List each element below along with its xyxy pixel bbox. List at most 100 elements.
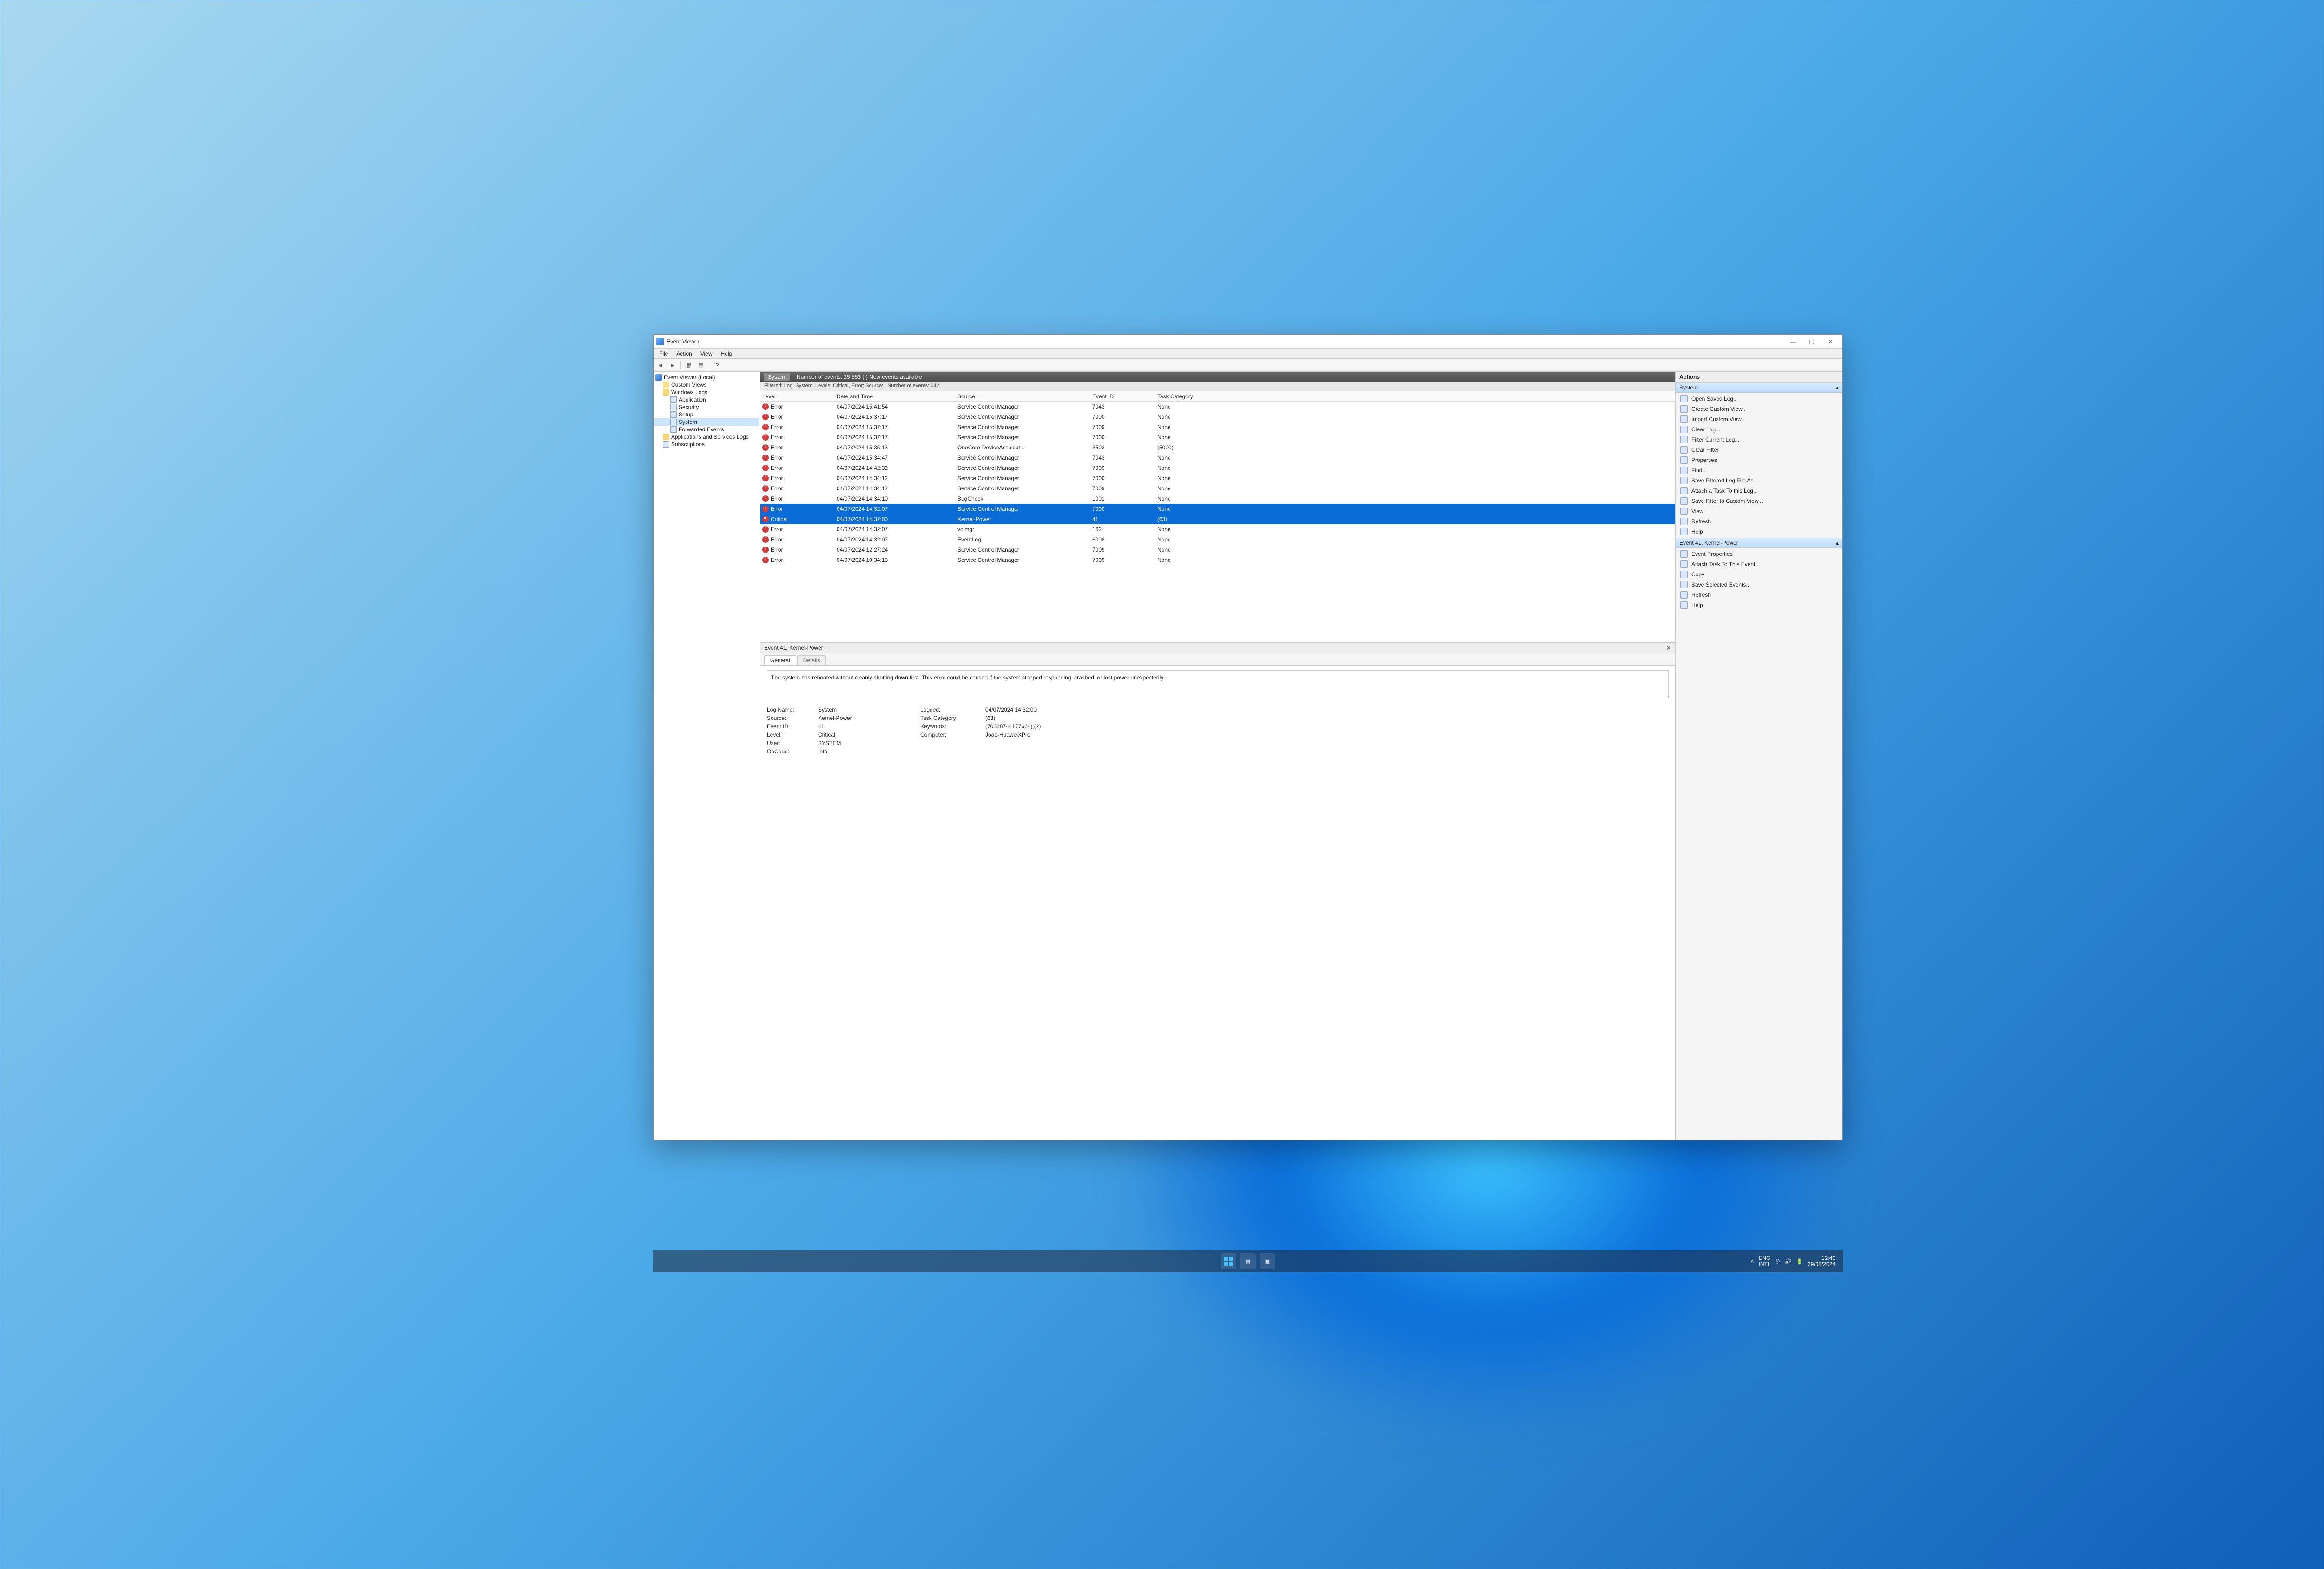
titlebar[interactable]: Event Viewer — ▢ ✕ — [654, 335, 1842, 349]
collapse-icon[interactable]: ▴ — [1836, 384, 1839, 391]
action-item[interactable]: Attach Task To This Event... — [1676, 559, 1842, 569]
toolbar-icon[interactable]: ▤ — [696, 360, 706, 370]
tree-app-services-logs[interactable]: Applications and Services Logs — [654, 433, 759, 441]
taskbar-app-icon[interactable]: ▤ — [1240, 1253, 1256, 1269]
action-item[interactable]: Clear Log... — [1676, 424, 1842, 435]
detail-properties: Log Name:System Logged:04/07/2024 14:32:… — [767, 706, 1669, 755]
nav-tree[interactable]: Event Viewer (Local) Custom Views Window… — [654, 372, 760, 1140]
action-item[interactable]: Filter Current Log... — [1676, 435, 1842, 445]
event-grid[interactable]: Level Date and Time Source Event ID Task… — [760, 391, 1675, 642]
minimize-button[interactable]: — — [1784, 336, 1802, 348]
action-item[interactable]: Copy — [1676, 569, 1842, 580]
col-source[interactable]: Source — [957, 393, 1092, 400]
event-row[interactable]: Critical04/07/2024 14:32:00Kernel-Power4… — [760, 514, 1675, 524]
menu-file[interactable]: File — [655, 349, 672, 358]
event-row[interactable]: Error04/07/2024 14:32:07Service Control … — [760, 504, 1675, 514]
event-row[interactable]: Error04/07/2024 14:34:12Service Control … — [760, 483, 1675, 494]
close-button[interactable]: ✕ — [1821, 336, 1840, 348]
action-item[interactable]: Help — [1676, 600, 1842, 610]
event-row[interactable]: Error04/07/2024 15:37:17Service Control … — [760, 432, 1675, 442]
log-icon — [670, 411, 677, 418]
tree-log-forwarded[interactable]: Forwarded Events — [654, 426, 759, 433]
event-row[interactable]: Error04/07/2024 14:34:10BugCheck1001None — [760, 494, 1675, 504]
event-row[interactable]: Error04/07/2024 15:37:17Service Control … — [760, 412, 1675, 422]
tree-root[interactable]: Event Viewer (Local) — [654, 374, 759, 381]
log-tab[interactable]: System — [764, 373, 790, 381]
help-button[interactable]: ? — [712, 360, 722, 370]
tree-custom-views[interactable]: Custom Views — [654, 381, 759, 389]
wifi-icon[interactable]: ⎋ — [1776, 1258, 1780, 1265]
menu-view[interactable]: View — [697, 349, 716, 358]
taskbar-app-icon[interactable]: ▦ — [1260, 1253, 1275, 1269]
event-row[interactable]: Error04/07/2024 15:34:47Service Control … — [760, 453, 1675, 463]
action-item[interactable]: Attach a Task To this Log... — [1676, 486, 1842, 496]
tree-log-system[interactable]: System — [654, 418, 759, 426]
action-icon — [1680, 591, 1688, 599]
action-item[interactable]: Save Selected Events... — [1676, 580, 1842, 590]
collapse-icon[interactable]: ▴ — [1836, 540, 1839, 546]
tray-clock[interactable]: 12:40 29/08/2024 — [1808, 1255, 1835, 1267]
action-item[interactable]: Create Custom View... — [1676, 404, 1842, 414]
volume-icon[interactable]: 🔊 — [1784, 1258, 1791, 1265]
event-row[interactable]: Error04/07/2024 14:32:07volmgr162None — [760, 524, 1675, 534]
tree-log-setup[interactable]: Setup — [654, 411, 759, 418]
menu-help[interactable]: Help — [717, 349, 736, 358]
action-label: Save Selected Events... — [1691, 581, 1750, 588]
actions-section-system[interactable]: System▴ — [1676, 382, 1842, 393]
system-tray[interactable]: ˄ ENG INTL ⎋ 🔊 🔋 12:40 29/08/2024 — [1751, 1250, 1836, 1272]
col-datetime[interactable]: Date and Time — [837, 393, 957, 400]
action-item[interactable]: Find... — [1676, 465, 1842, 475]
action-icon — [1680, 497, 1688, 505]
event-row[interactable]: Error04/07/2024 15:41:54Service Control … — [760, 402, 1675, 412]
battery-icon[interactable]: 🔋 — [1796, 1258, 1803, 1265]
event-row[interactable]: Error04/07/2024 12:27:24Service Control … — [760, 545, 1675, 555]
forward-button[interactable]: ► — [667, 360, 678, 370]
menu-action[interactable]: Action — [673, 349, 695, 358]
action-label: Save Filter to Custom View... — [1691, 498, 1763, 504]
tab-details[interactable]: Details — [797, 655, 826, 665]
event-row[interactable]: Error04/07/2024 14:34:12Service Control … — [760, 473, 1675, 483]
col-level[interactable]: Level — [762, 393, 837, 400]
actions-section-event[interactable]: Event 41, Kernel-Power▴ — [1676, 538, 1842, 548]
action-item[interactable]: Refresh — [1676, 516, 1842, 527]
col-taskcat[interactable]: Task Category — [1157, 393, 1673, 400]
log-icon — [670, 396, 677, 403]
action-label: Import Custom View... — [1691, 416, 1746, 422]
action-item[interactable]: Help — [1676, 527, 1842, 537]
action-item[interactable]: Save Filter to Custom View... — [1676, 496, 1842, 506]
action-icon — [1680, 571, 1688, 578]
tab-general[interactable]: General — [764, 655, 796, 665]
action-item[interactable]: Event Properties — [1676, 549, 1842, 559]
action-item[interactable]: Open Saved Log... — [1676, 394, 1842, 404]
action-item[interactable]: Import Custom View... — [1676, 414, 1842, 424]
event-row[interactable]: Error04/07/2024 10:34:13Service Control … — [760, 555, 1675, 565]
col-eventid[interactable]: Event ID — [1092, 393, 1157, 400]
tree-log-application[interactable]: Application — [654, 396, 759, 403]
log-header: System Number of events: 25 553 (!) New … — [760, 372, 1675, 382]
action-item[interactable]: Clear Filter — [1676, 445, 1842, 455]
action-item[interactable]: View — [1676, 506, 1842, 516]
action-icon — [1680, 405, 1688, 413]
tray-chevron-icon[interactable]: ˄ — [1751, 1258, 1754, 1265]
tree-log-security[interactable]: Security — [654, 403, 759, 411]
event-row[interactable]: Error04/07/2024 15:37:17Service Control … — [760, 422, 1675, 432]
toolbar-icon[interactable]: ▦ — [684, 360, 694, 370]
start-button[interactable] — [1221, 1253, 1236, 1269]
detail-body: The system has rebooted without cleanly … — [760, 665, 1675, 1140]
toolbar: ◄ ► ▦ ▤ ? — [654, 359, 1842, 372]
action-item[interactable]: Properties — [1676, 455, 1842, 465]
action-label: Save Filtered Log File As... — [1691, 477, 1758, 484]
event-row[interactable]: Error04/07/2024 15:35:13OneCore-DeviceAs… — [760, 442, 1675, 453]
taskbar[interactable]: ▤ ▦ ˄ ENG INTL ⎋ 🔊 🔋 12:40 29/08/2024 — [653, 1250, 1843, 1272]
grid-header[interactable]: Level Date and Time Source Event ID Task… — [760, 391, 1675, 402]
tree-windows-logs[interactable]: Windows Logs — [654, 389, 759, 396]
tray-keyboard[interactable]: INTL — [1759, 1261, 1771, 1267]
action-item[interactable]: Save Filtered Log File As... — [1676, 475, 1842, 486]
tree-subscriptions[interactable]: Subscriptions — [654, 441, 759, 448]
event-row[interactable]: Error04/07/2024 14:32:07EventLog6008None — [760, 534, 1675, 545]
event-row[interactable]: Error04/07/2024 14:42:39Service Control … — [760, 463, 1675, 473]
maximize-button[interactable]: ▢ — [1802, 336, 1821, 348]
action-item[interactable]: Refresh — [1676, 590, 1842, 600]
back-button[interactable]: ◄ — [655, 360, 666, 370]
detail-close-button[interactable]: ✕ — [1666, 644, 1671, 652]
